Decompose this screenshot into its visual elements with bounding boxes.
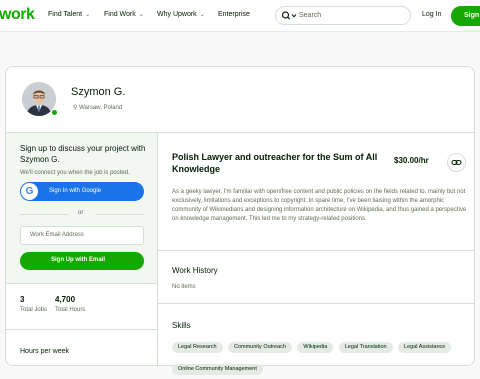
skill-tag[interactable]: Legal Assistance: [398, 342, 452, 353]
profile-title: Polish Lawyer and outreacher for the Sum…: [172, 152, 378, 174]
work-history-title: Work History: [172, 266, 218, 275]
copy-link-button[interactable]: [447, 153, 466, 172]
search-icon: [281, 11, 297, 20]
skill-tag[interactable]: Legal Translation: [338, 342, 393, 353]
work-email-input[interactable]: Work Email Address: [20, 226, 144, 245]
signup-panel-title: Sign up to discuss your project with Szy…: [20, 144, 146, 164]
skills-list: Legal Research Community Outreach Wikipe…: [172, 335, 472, 379]
hours-per-week-title: Hours per week: [20, 348, 70, 355]
signup-button[interactable]: Sign: [451, 6, 480, 26]
nav-find-talent[interactable]: Find Talent ⌄: [48, 11, 90, 18]
google-signin-button[interactable]: G Sign In with Google: [20, 182, 144, 201]
divider: [6, 329, 157, 330]
profile-description: As a geeky lawyer, I'm familiar with ope…: [172, 189, 467, 222]
nav-enterprise[interactable]: Enterprise: [218, 11, 250, 18]
divider: [6, 283, 157, 284]
signup-email-button[interactable]: Sign Up with Email: [20, 252, 144, 270]
skill-tag[interactable]: Legal Research: [172, 342, 223, 353]
nav-find-work[interactable]: Find Work ⌄: [104, 11, 144, 18]
login-link[interactable]: Log In: [422, 11, 441, 18]
online-status-dot: [51, 109, 58, 116]
chevron-down-icon: ⌄: [199, 12, 205, 18]
skill-tag[interactable]: Community Outreach: [227, 342, 292, 353]
location: ⚲ Warsaw, Poland: [73, 105, 123, 111]
chevron-down-icon: ⌄: [85, 12, 91, 18]
search-placeholder: Search: [299, 12, 322, 19]
total-hours-label: Total Hours: [55, 307, 86, 313]
google-icon: G: [21, 183, 38, 200]
google-signin-label: Sign In with Google: [49, 188, 102, 194]
divider: [158, 303, 474, 304]
nav-why-upwork[interactable]: Why Upwork ⌄: [157, 11, 205, 18]
freelancer-name: Szymon G.: [71, 86, 126, 98]
chevron-down-icon: ⌄: [138, 12, 144, 18]
total-hours-value: 4,700: [55, 295, 76, 304]
total-jobs-label: Total Jobs: [20, 307, 48, 313]
skill-tag[interactable]: Online Community Management: [172, 364, 263, 375]
signup-panel-subtitle: We'll connect you when the job is posted…: [20, 170, 130, 176]
hourly-rate: $30.00/hr: [394, 156, 429, 165]
top-navigation: work Find Talent ⌄ Find Work ⌄ Why Upwork ⌄…: [0, 0, 480, 32]
link-icon: [451, 160, 462, 165]
search-input[interactable]: Search: [275, 6, 411, 25]
divider: [158, 250, 474, 251]
or-separator: or: [20, 210, 144, 218]
work-history-empty: No items: [172, 284, 196, 290]
profile-card: Szymon G. ⚲ Warsaw, Poland Sign up to di…: [5, 66, 475, 375]
total-jobs-value: 3: [20, 295, 25, 304]
skills-title: Skills: [172, 321, 191, 330]
upwork-logo[interactable]: work: [0, 6, 35, 24]
skill-tag[interactable]: Wikipedia: [297, 342, 334, 353]
signup-panel: Sign up to discuss your project with Szy…: [6, 133, 157, 283]
